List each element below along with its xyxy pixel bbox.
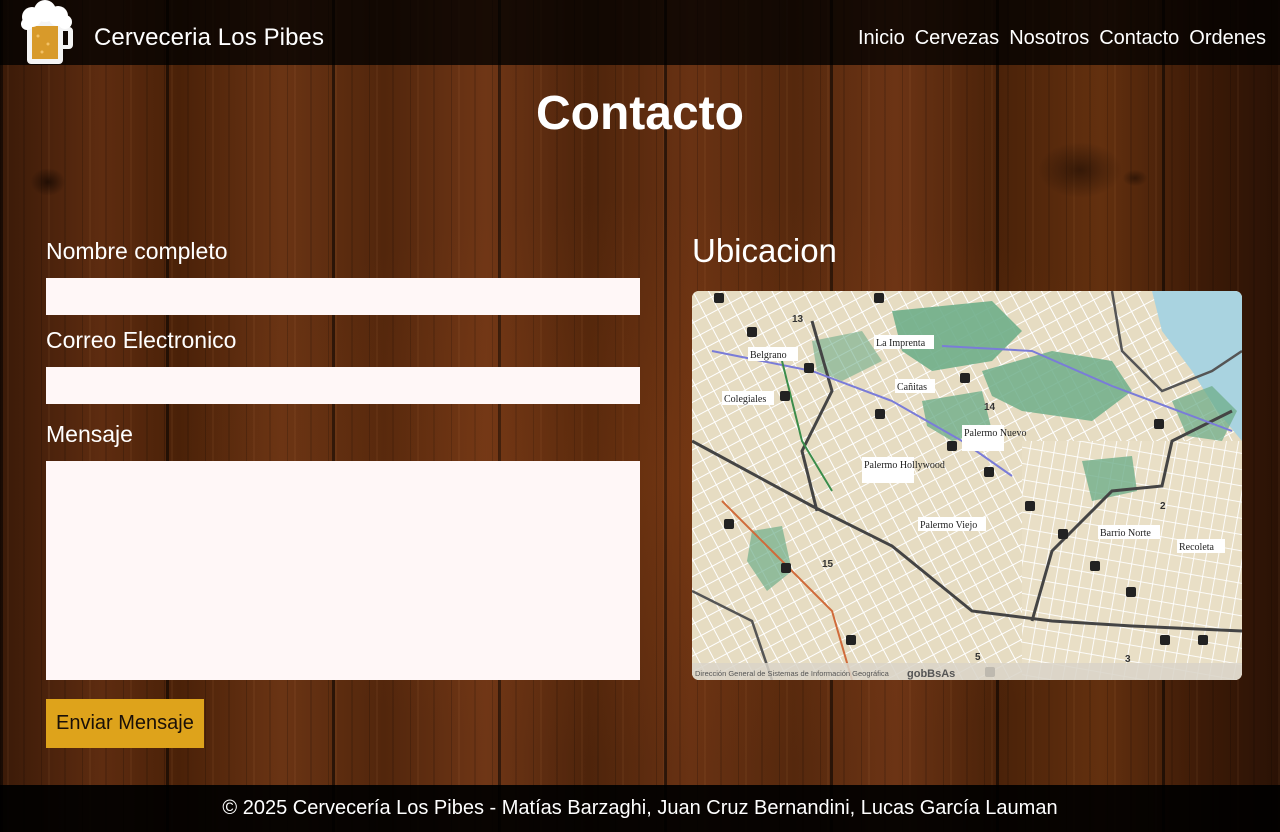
nav-link-contacto[interactable]: Contacto [1099,27,1179,50]
main-nav: Inicio Cervezas Nosotros Contacto Ordene… [858,27,1266,50]
footer-copyright: © 2025 Cervecería Los Pibes - Matías Bar… [222,797,1058,819]
location-title: Ubicacion [692,232,837,269]
nav-link-ordenes[interactable]: Ordenes [1189,27,1266,50]
map-district-14: 14 [984,402,996,413]
page-title: Contacto [536,87,744,140]
email-label: Correo Electronico [46,327,237,353]
map-district-5: 5 [975,652,981,663]
navbar: Cerveceria Los Pibes Inicio Cervezas Nos… [0,0,1280,65]
map-image: La Imprenta Belgrano Cañitas Colegiales … [692,291,1242,680]
email-input[interactable] [46,367,640,404]
map-district-15: 15 [822,559,834,570]
nav-link-nosotros[interactable]: Nosotros [1009,27,1089,50]
map-credit: Dirección General de Sistemas de Informa… [695,669,890,678]
map-label-canitas: Cañitas [897,382,927,393]
footer: © 2025 Cervecería Los Pibes - Matías Bar… [0,785,1280,832]
nav-link-inicio[interactable]: Inicio [858,27,905,50]
map-label-palermo-viejo: Palermo Viejo [920,520,977,531]
map-label-recoleta: Recoleta [1179,542,1215,553]
send-message-button[interactable]: Enviar Mensaje [46,699,204,748]
map-district-13: 13 [792,314,804,325]
map-label-barrio-norte: Barrio Norte [1100,528,1151,539]
name-label: Nombre completo [46,238,228,264]
map-label-palermo-hollywood: Palermo Hollywood [864,460,945,471]
message-label: Mensaje [46,421,133,447]
brand-name[interactable]: Cerveceria Los Pibes [94,24,324,52]
map-brand-logo: gobBsAs [907,668,955,680]
map-label-belgrano: Belgrano [750,350,787,361]
map-label-la-imprenta: La Imprenta [876,338,926,349]
map-district-2: 2 [1160,501,1166,512]
map-label-colegiales: Colegiales [724,394,766,405]
name-input[interactable] [46,278,640,315]
message-textarea[interactable] [46,461,640,680]
map-label-palermo-nuevo: Palermo Nuevo [964,428,1027,439]
location-map[interactable]: La Imprenta Belgrano Cañitas Colegiales … [692,291,1242,680]
nav-link-cervezas[interactable]: Cervezas [915,27,999,50]
beer-mug-icon[interactable] [18,0,74,66]
